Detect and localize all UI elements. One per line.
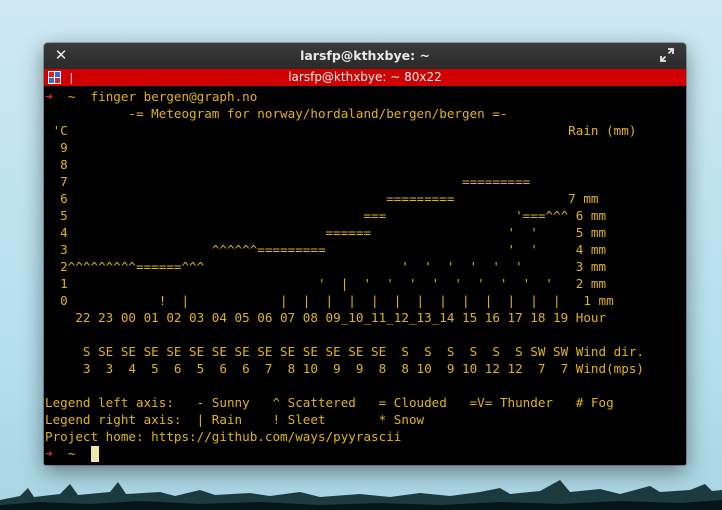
command-text: finger bergen@graph.no: [90, 89, 258, 104]
output-line: 3 3 4 5 6 5 6 6 7 8 10 9 9 8 8 10 9 10 1…: [45, 361, 644, 376]
command-line: ➜ ~ finger bergen@graph.no: [45, 88, 685, 105]
prompt-arrow-icon: ➜: [45, 446, 53, 461]
output-line: S SE SE SE SE SE SE SE SE SE SE SE SE SE…: [45, 344, 644, 359]
output-line: 8: [45, 157, 68, 172]
output-line: 5 === '===^^^ 6 mm: [45, 208, 607, 223]
output-line: -= Meteogram for norway/hordaland/bergen…: [45, 106, 508, 121]
prompt-arrow-icon: ➜: [45, 89, 53, 104]
output-line: 3 ^^^^^^========= ' ' 4 mm: [45, 242, 607, 257]
tab-bar: | larsfp@kthxbye: ~ 80x22: [44, 69, 686, 86]
output-line: 4 ====== ' ' 5 mm: [45, 225, 607, 240]
prompt-dir: ~: [67, 89, 76, 104]
output-line: 0 ! | | | | | | | | | | | | | | 1 mm: [45, 293, 614, 308]
text-cursor: [90, 446, 99, 462]
output-line: Legend right axis: | Rain ! Sleet * Snow: [45, 412, 425, 427]
desktop-grass: [0, 480, 722, 510]
terminal-output[interactable]: ➜ ~ finger bergen@graph.no -= Meteogram …: [45, 88, 685, 463]
output-line: Project home: https://github.com/ways/py…: [45, 429, 402, 444]
output-line: 22 23 00 01 02 03 04 05 06 07 08 09_10_1…: [45, 310, 607, 325]
tab-title[interactable]: larsfp@kthxbye: ~ 80x22: [44, 69, 686, 86]
output-line: 6 ========= 7 mm: [45, 191, 599, 206]
output-line: 7 =========: [45, 174, 531, 189]
maximize-icon[interactable]: [660, 48, 674, 62]
final-prompt-line: ➜ ~: [45, 445, 685, 462]
prompt-dir: ~: [67, 446, 76, 461]
window-title: larsfp@kthxbye: ~: [300, 48, 430, 63]
output-line: 2^^^^^^^^^======^^^ ' ' ' ' ' ' 3 mm: [45, 259, 607, 274]
output-line: 1 ' | ' ' ' ' ' ' ' ' ' 2 mm: [45, 276, 607, 291]
output-line: Legend left axis: - Sunny ^ Scattered = …: [45, 395, 614, 410]
terminal-window: ✕ larsfp@kthxbye: ~ | larsfp@kthxbye: ~ …: [44, 43, 686, 465]
output-line: 'C Rain (mm): [45, 123, 637, 138]
output-line: 9: [45, 140, 68, 155]
title-bar[interactable]: ✕ larsfp@kthxbye: ~: [44, 43, 686, 69]
